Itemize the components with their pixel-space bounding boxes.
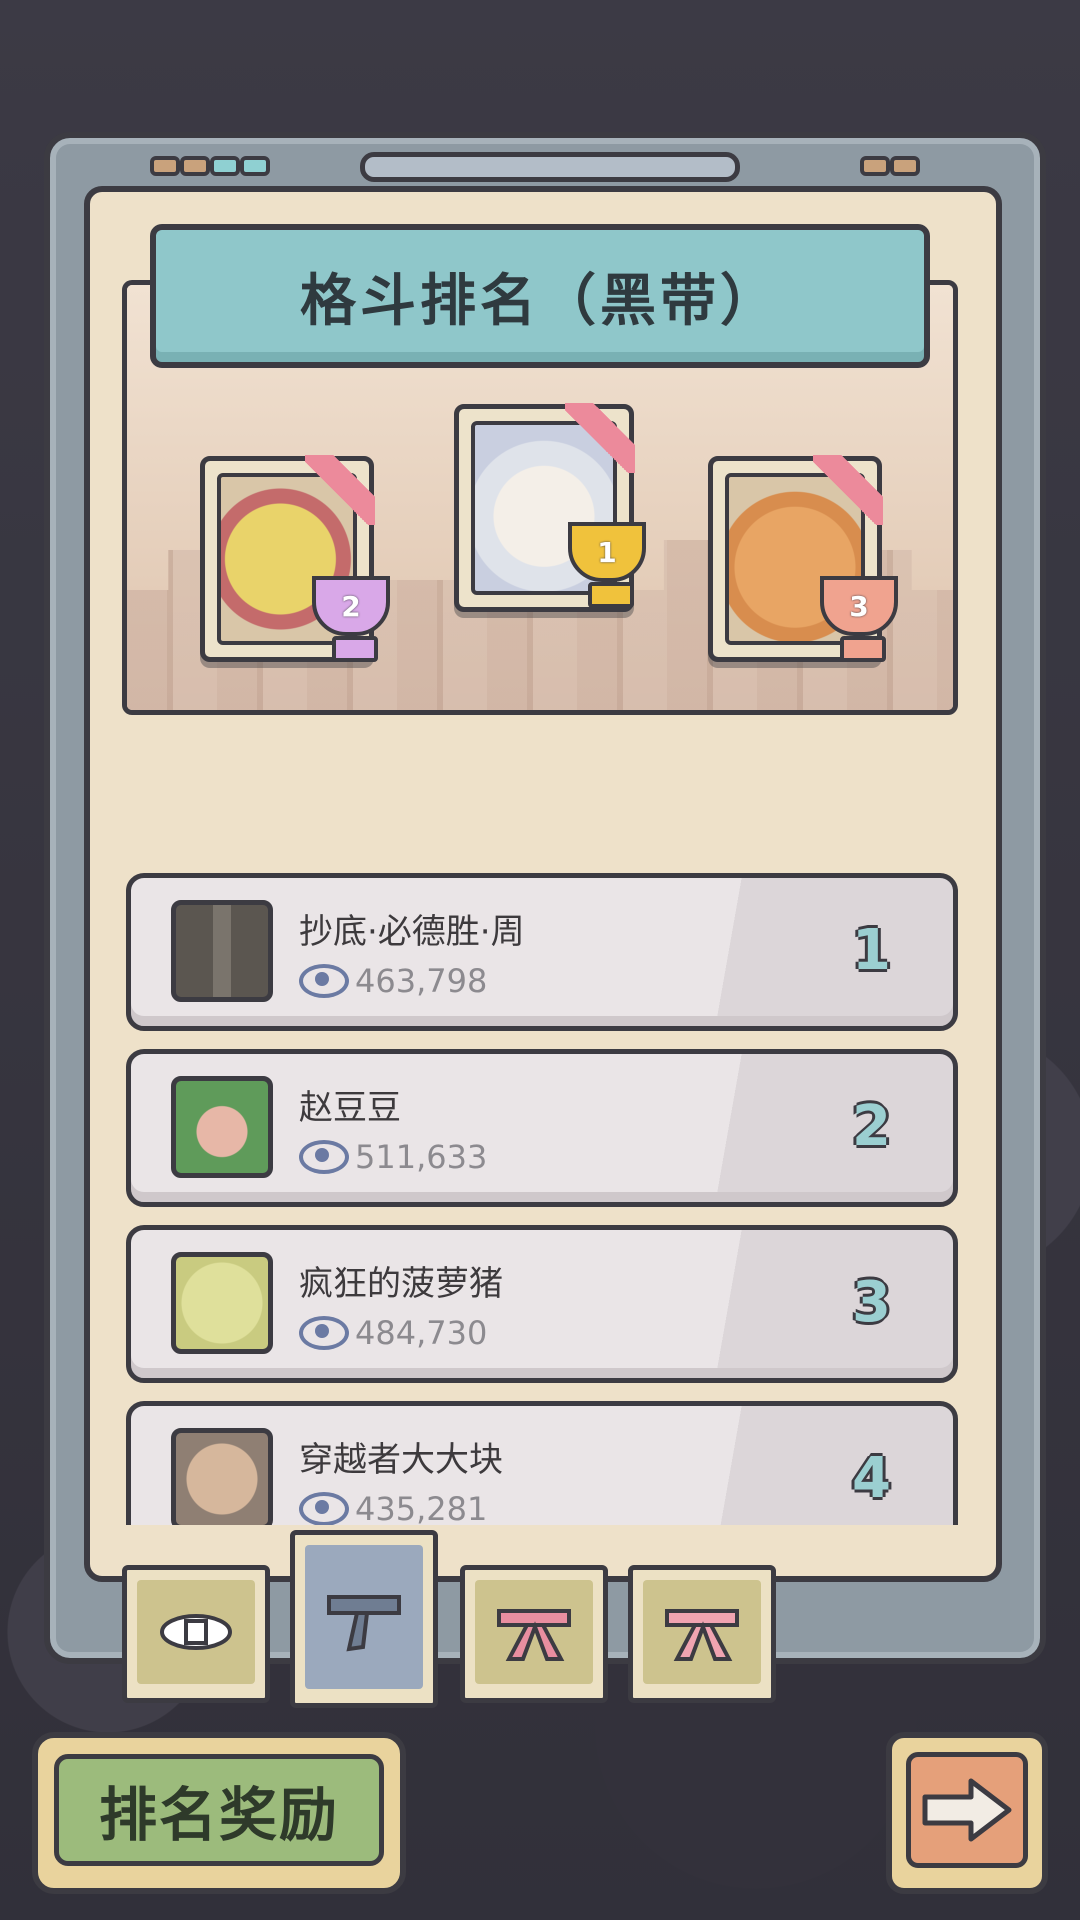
indicator-light xyxy=(210,156,240,176)
ranking-reward-label: 排名奖励 xyxy=(98,1781,339,1849)
ranking-list-viewport[interactable]: 穿越者大大块 435,281 4 xyxy=(84,860,990,1525)
player-avatar xyxy=(171,1428,273,1525)
tab-pink-belt[interactable] xyxy=(460,1565,608,1703)
frame-slot xyxy=(360,152,740,182)
podium-place-label: 3 xyxy=(849,589,869,623)
indicator-light xyxy=(150,156,180,176)
view-count-value: 435,281 xyxy=(355,1490,488,1525)
ranking-reward-button[interactable]: 排名奖励 xyxy=(32,1732,406,1894)
ribbon-decoration xyxy=(813,455,883,525)
eye-icon xyxy=(299,1492,349,1525)
view-count: 435,281 xyxy=(299,1490,487,1525)
trophy-third-icon: 3 xyxy=(820,576,898,662)
ranking-row[interactable]: 穿越者大大块 435,281 4 xyxy=(126,1401,958,1525)
white-belt-icon xyxy=(137,1580,255,1684)
indicator-light xyxy=(180,156,210,176)
gray-belt-icon xyxy=(305,1545,423,1689)
podium-place-label: 1 xyxy=(597,535,617,569)
player-name: 穿越者大大块 xyxy=(299,1440,503,1480)
indicator-light xyxy=(240,156,270,176)
page-title: 格斗排名（黑带） xyxy=(300,268,780,334)
arrow-right-icon xyxy=(922,1778,1012,1842)
ribbon-decoration xyxy=(305,455,375,525)
pink-belt-icon xyxy=(643,1580,761,1684)
trophy-first-icon: 1 xyxy=(568,522,646,608)
ranking-reward-face: 排名奖励 xyxy=(54,1754,384,1866)
indicator-light xyxy=(860,156,890,176)
tab-white-belt[interactable] xyxy=(122,1565,270,1703)
next-button[interactable] xyxy=(886,1732,1048,1894)
trophy-second-icon: 2 xyxy=(312,576,390,662)
tab-pink-belt-2[interactable] xyxy=(628,1565,776,1703)
tab-black-belt[interactable] xyxy=(290,1530,438,1708)
next-button-face xyxy=(906,1752,1028,1868)
ribbon-decoration xyxy=(565,403,635,473)
title-banner: 格斗排名（黑带） xyxy=(150,224,930,368)
pink-belt-icon xyxy=(475,1580,593,1684)
indicator-light xyxy=(890,156,920,176)
podium-place-label: 2 xyxy=(341,589,361,623)
rank-number: 4 xyxy=(852,1446,891,1511)
